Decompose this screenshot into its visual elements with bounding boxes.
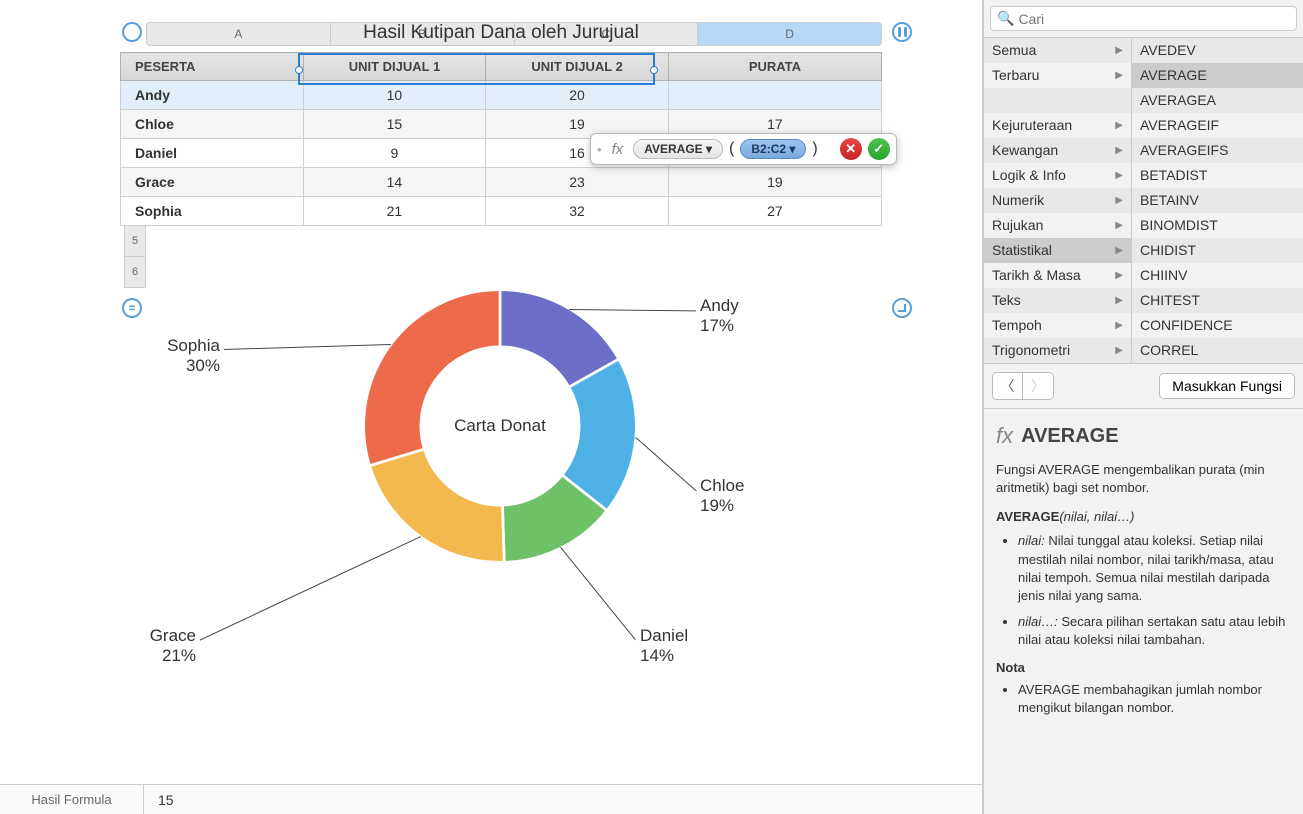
category-item[interactable]: Semua▶	[984, 38, 1131, 63]
fx-icon: fx	[996, 423, 1013, 449]
category-item[interactable]: Numerik▶	[984, 188, 1131, 213]
table-handle-tr[interactable]	[892, 22, 912, 42]
function-item[interactable]: AVERAGE	[1132, 63, 1303, 88]
help-signature: AVERAGE(nilai, nilai…)	[996, 509, 1291, 524]
insert-function-button[interactable]: Masukkan Fungsi	[1159, 373, 1295, 399]
function-item[interactable]: CORREL	[1132, 338, 1303, 363]
function-list[interactable]: AVEDEVAVERAGEAVERAGEAAVERAGEIFAVERAGEIFS…	[1132, 38, 1303, 363]
category-item[interactable]: Teks▶	[984, 288, 1131, 313]
cell[interactable]: 20	[486, 81, 669, 110]
function-item[interactable]: CHIINV	[1132, 263, 1303, 288]
formula-editor[interactable]: • fx AVERAGE ▾ ( B2:C2 ▾ ) ✕ ✓	[590, 133, 897, 165]
cell[interactable]: 23	[486, 168, 669, 197]
function-item[interactable]: BETAINV	[1132, 188, 1303, 213]
th-unit2[interactable]: UNIT DIJUAL 2	[486, 53, 669, 81]
category-item[interactable]: Kejuruteraan▶	[984, 113, 1131, 138]
chart-slice-label: Andy17%	[700, 296, 739, 336]
paren-close: )	[812, 140, 817, 158]
function-item[interactable]: AVEDEV	[1132, 38, 1303, 63]
func-token[interactable]: AVERAGE ▾	[633, 139, 723, 159]
chart-slice-label: Grace21%	[150, 626, 196, 666]
function-item[interactable]: AVERAGEIFS	[1132, 138, 1303, 163]
category-item[interactable]: Terbaru▶	[984, 63, 1131, 88]
cell[interactable]: 27	[668, 197, 881, 226]
cell[interactable]: 19	[668, 168, 881, 197]
accept-formula-button[interactable]: ✓	[868, 138, 890, 160]
nav-forward-button[interactable]: 〉	[1023, 373, 1053, 399]
function-item[interactable]: AVERAGEA	[1132, 88, 1303, 113]
category-item[interactable]: Trigonometri▶	[984, 338, 1131, 363]
function-item[interactable]: CHITEST	[1132, 288, 1303, 313]
range-token[interactable]: B2:C2 ▾	[740, 139, 806, 159]
donut-chart[interactable]: Carta Donat Andy17%Chloe19%Daniel14%Grac…	[0, 256, 982, 676]
function-item[interactable]: AVERAGEIF	[1132, 113, 1303, 138]
data-table-wrap: Hasil Kutipan Dana oleh Jurujual PESERTA…	[120, 14, 882, 226]
donut-svg	[350, 276, 650, 576]
status-value: 15	[144, 785, 174, 814]
cancel-formula-button[interactable]: ✕	[840, 138, 862, 160]
category-item[interactable]: Kewangan▶	[984, 138, 1131, 163]
cell[interactable]	[668, 81, 881, 110]
category-item[interactable]: Statistikal▶	[984, 238, 1131, 263]
bullet-icon: •	[597, 142, 602, 157]
help-description: Fungsi AVERAGE mengembalikan purata (min…	[996, 461, 1291, 497]
category-item[interactable]: Logik & Info▶	[984, 163, 1131, 188]
help-panel: fx AVERAGE Fungsi AVERAGE mengembalikan …	[984, 408, 1303, 814]
fx-icon: fx	[608, 141, 628, 158]
table-title: Hasil Kutipan Dana oleh Jurujual	[120, 14, 882, 52]
cell[interactable]: Daniel	[121, 139, 304, 168]
spreadsheet-main: A B C D 1 2 3 4 5 6 Hasil Kutipan Dana o…	[0, 0, 983, 814]
paren-open: (	[729, 140, 734, 158]
search-box[interactable]: 🔍	[990, 6, 1297, 31]
cell[interactable]: 10	[303, 81, 486, 110]
nav-buttons: 〈 〉	[992, 372, 1054, 400]
help-title: AVERAGE	[1021, 425, 1118, 448]
cell[interactable]: Andy	[121, 81, 304, 110]
cell[interactable]: 21	[303, 197, 486, 226]
nav-back-button[interactable]: 〈	[993, 373, 1023, 399]
category-list[interactable]: Semua▶Terbaru▶ Kejuruteraan▶Kewangan▶Logi…	[984, 38, 1132, 363]
cell[interactable]: 14	[303, 168, 486, 197]
function-sidebar: 🔍 Semua▶Terbaru▶ Kejuruteraan▶Kewangan▶Lo…	[983, 0, 1303, 814]
help-arg: nilai…: Secara pilihan sertakan satu ata…	[1018, 613, 1291, 649]
status-bar: Hasil Formula 15	[0, 784, 982, 814]
cell[interactable]: Grace	[121, 168, 304, 197]
status-label: Hasil Formula	[0, 785, 144, 814]
th-peserta[interactable]: PESERTA	[121, 53, 304, 81]
chart-slice-label: Chloe19%	[700, 476, 744, 516]
help-note: AVERAGE membahagikan jumlah nombor mengi…	[1018, 681, 1291, 717]
th-purata[interactable]: PURATA	[668, 53, 881, 81]
chart-slice-label: Sophia30%	[167, 336, 220, 376]
row-num[interactable]: 5	[124, 226, 146, 257]
chart-slice-label: Daniel14%	[640, 626, 688, 666]
category-item[interactable]: Tarikh & Masa▶	[984, 263, 1131, 288]
search-input[interactable]	[1018, 11, 1290, 27]
note-label: Nota	[996, 660, 1291, 675]
category-item[interactable]: Rujukan▶	[984, 213, 1131, 238]
function-item[interactable]: BINOMDIST	[1132, 213, 1303, 238]
search-icon: 🔍	[997, 10, 1014, 27]
cell[interactable]: 9	[303, 139, 486, 168]
cell[interactable]: Sophia	[121, 197, 304, 226]
function-item[interactable]: BETADIST	[1132, 163, 1303, 188]
category-item[interactable]: Tempoh▶	[984, 313, 1131, 338]
cell[interactable]: Chloe	[121, 110, 304, 139]
function-item[interactable]: CONFIDENCE	[1132, 313, 1303, 338]
cell[interactable]: 15	[303, 110, 486, 139]
help-arg: nilai: Nilai tunggal atau koleksi. Setia…	[1018, 532, 1291, 605]
cell[interactable]: 32	[486, 197, 669, 226]
category-item[interactable]	[984, 88, 1131, 113]
function-item[interactable]: CHIDIST	[1132, 238, 1303, 263]
th-unit1[interactable]: UNIT DIJUAL 1	[303, 53, 486, 81]
